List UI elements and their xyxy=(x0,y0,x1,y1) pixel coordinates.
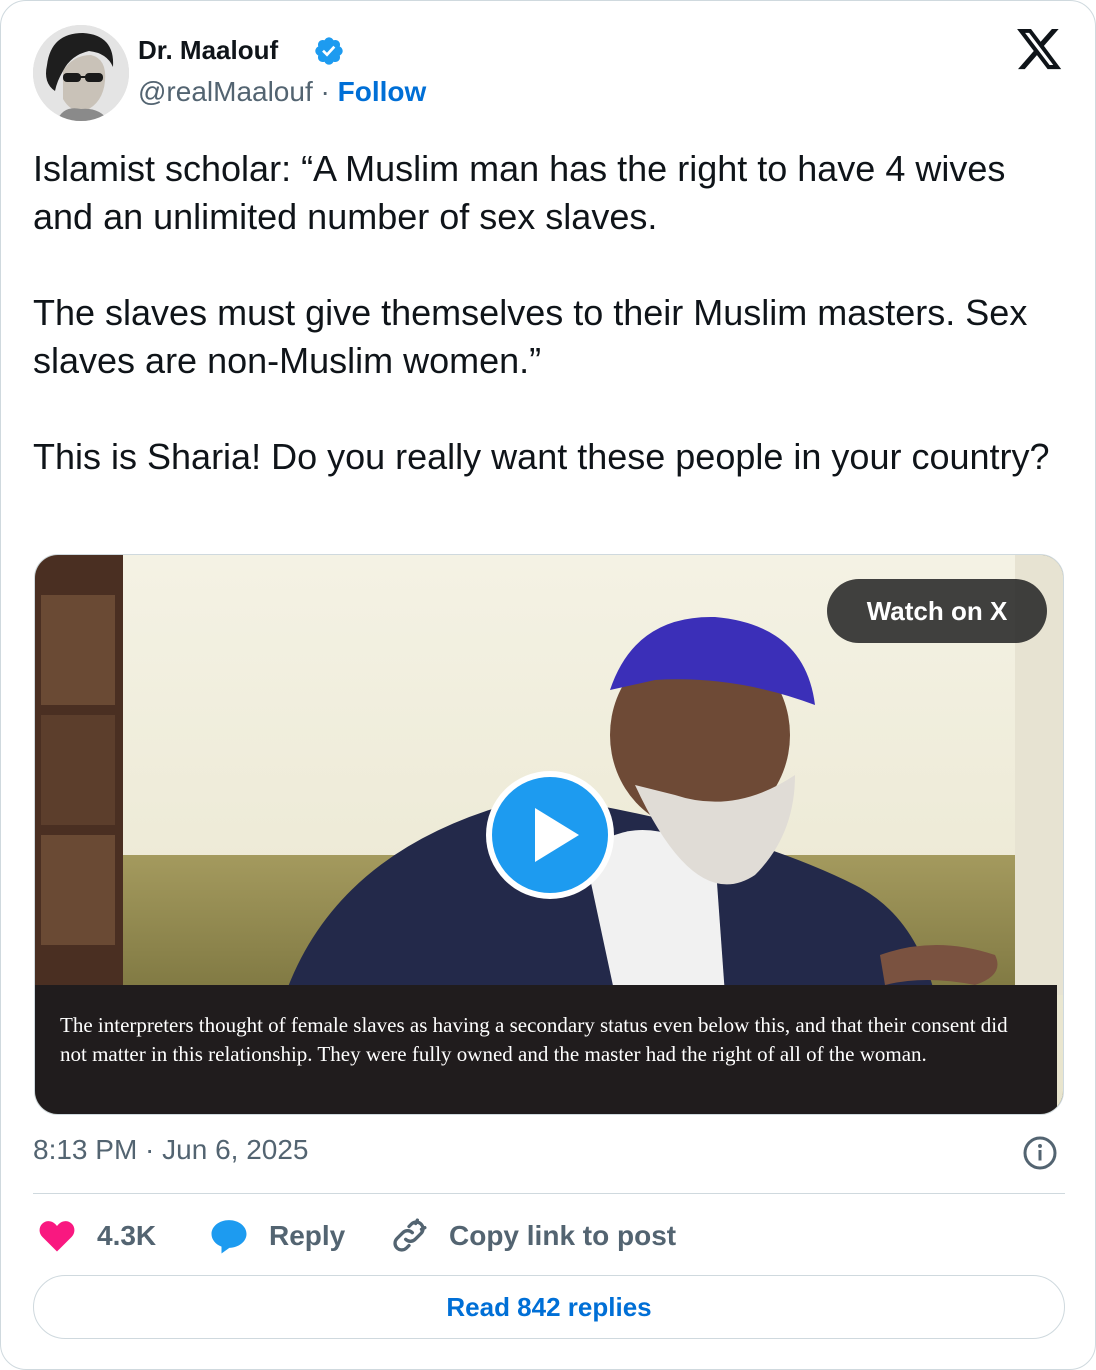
heart-icon xyxy=(39,1221,75,1252)
info-icon[interactable] xyxy=(1022,1135,1058,1171)
avatar[interactable] xyxy=(33,25,129,121)
tweet-paragraph: Islamist scholar: “A Muslim man has the … xyxy=(33,148,1006,237)
reply-button[interactable]: Reply xyxy=(209,1213,345,1259)
tweet-paragraph: This is Sharia! Do you really want these… xyxy=(33,436,1050,477)
author-handle-row: @realMaalouf · Follow xyxy=(138,75,426,109)
divider xyxy=(33,1193,1065,1194)
reply-label: Reply xyxy=(269,1220,346,1251)
link-icon xyxy=(393,1218,427,1252)
read-replies-button[interactable]: Read 842 replies xyxy=(33,1275,1065,1339)
timestamp[interactable]: 8:13 PM · Jun 6, 2025 xyxy=(33,1133,309,1167)
tweet-paragraph: The slaves must give themselves to their… xyxy=(33,292,1028,381)
video-thumbnail[interactable]: Watch on X The interpreters thought of f… xyxy=(34,554,1064,1115)
x-logo-icon[interactable] xyxy=(1017,29,1063,71)
handle-separator: · xyxy=(320,76,330,107)
copy-link-button[interactable]: Copy link to post xyxy=(389,1213,676,1259)
watch-on-x-button[interactable]: Watch on X xyxy=(827,579,1047,643)
author-name[interactable]: Dr. Maalouf xyxy=(138,34,278,66)
play-icon[interactable] xyxy=(483,768,617,902)
like-button[interactable]: 4.3K xyxy=(37,1213,156,1259)
verified-badge-icon xyxy=(315,37,343,65)
copy-link-label: Copy link to post xyxy=(449,1220,677,1251)
reply-bubble-icon xyxy=(211,1220,247,1254)
tweet-card: Dr. Maalouf @realMaalouf · Follow Islami… xyxy=(0,0,1096,1370)
tweet-text: Islamist scholar: “A Muslim man has the … xyxy=(33,145,1069,481)
like-count: 4.3K xyxy=(97,1220,157,1251)
follow-link[interactable]: Follow xyxy=(338,76,427,107)
video-caption-box: The interpreters thought of female slave… xyxy=(35,985,1057,1114)
author-handle[interactable]: @realMaalouf xyxy=(138,76,313,107)
video-caption: The interpreters thought of female slave… xyxy=(60,1013,1008,1066)
